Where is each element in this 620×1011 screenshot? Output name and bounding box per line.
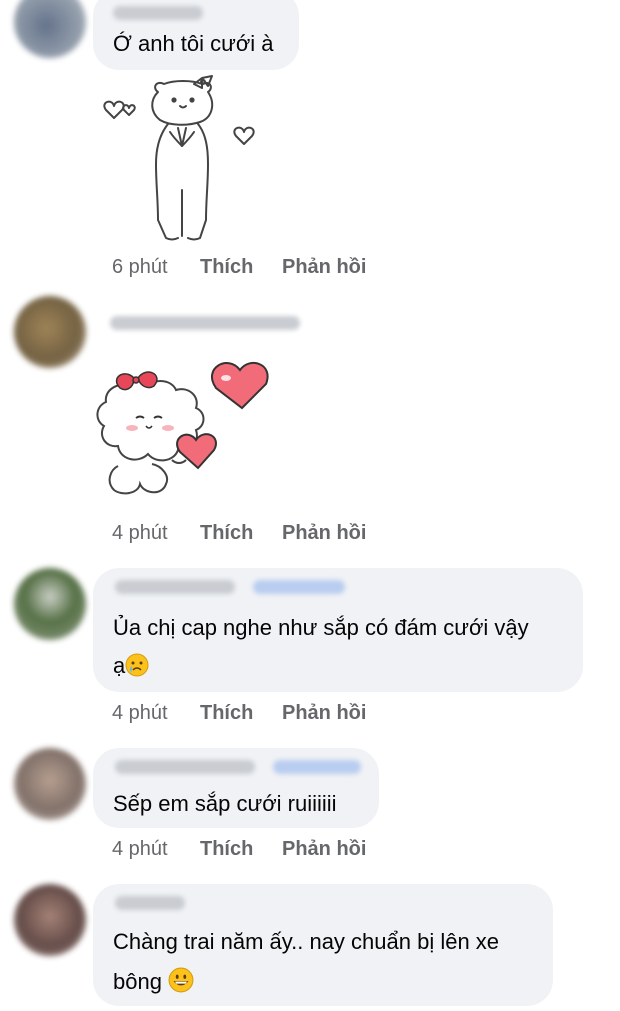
comment-text: Sếp em sắp cưới ruiiiiii	[113, 791, 337, 816]
sheep-heart-sticker	[96, 361, 269, 495]
comment-time: 4 phút	[112, 838, 168, 860]
comment-time: 4 phút	[112, 522, 168, 544]
comment-bubble: Ủa chị cap nghe như sắp có đám cưới vậy …	[93, 568, 583, 692]
bear-sticker	[103, 75, 255, 241]
comment-text-line-1: Ủa chị cap nghe như sắp có đám cưới vậy	[113, 615, 529, 640]
comment-bubble: Sếp em sắp cưới ruiiiiii	[93, 748, 379, 828]
avatar[interactable]	[14, 568, 86, 640]
comment-text-line-1: Chàng trai năm ấy.. nay chuẩn bị lên xe	[113, 929, 500, 954]
comment-text: Ớ anh tôi cưới à	[113, 31, 274, 56]
grinning-face-emoji	[168, 967, 194, 1004]
avatar[interactable]	[14, 296, 86, 368]
like-button[interactable]: Thích	[200, 702, 282, 725]
comment-actions: 4 phút Thích Phản hồi	[112, 838, 366, 861]
reply-button[interactable]: Phản hồi	[282, 838, 366, 861]
comment-actions: 6 phút Thích Phản hồi	[112, 256, 366, 279]
comment-time: 6 phút	[112, 256, 168, 278]
comment-time: 4 phút	[112, 702, 168, 724]
reply-button[interactable]: Phản hồi	[282, 702, 366, 725]
like-button[interactable]: Thích	[200, 256, 282, 279]
comment-text-line-2: ạ	[113, 648, 149, 688]
like-button[interactable]: Thích	[200, 522, 282, 545]
comment-text-line-2: bông	[113, 964, 194, 1004]
author-name[interactable]	[113, 6, 203, 20]
avatar[interactable]	[14, 0, 86, 58]
comment-bubble: Ớ anh tôi cưới à	[93, 0, 299, 70]
author-name[interactable]	[115, 580, 235, 594]
comment-actions: 4 phút Thích Phản hồi	[112, 702, 366, 725]
comment-bubble: Chàng trai năm ấy.. nay chuẩn bị lên xe …	[93, 884, 553, 1006]
reply-button[interactable]: Phản hồi	[282, 256, 366, 279]
author-badge	[253, 580, 345, 594]
author-name[interactable]	[110, 316, 300, 330]
author-name[interactable]	[115, 896, 185, 910]
comment-actions: 4 phút Thích Phản hồi	[112, 522, 366, 545]
author-badge	[273, 760, 361, 774]
crying-face-emoji	[125, 652, 149, 688]
avatar[interactable]	[14, 884, 86, 956]
author-name[interactable]	[115, 760, 255, 774]
avatar[interactable]	[14, 748, 86, 820]
reply-button[interactable]: Phản hồi	[282, 522, 366, 545]
like-button[interactable]: Thích	[200, 838, 282, 861]
